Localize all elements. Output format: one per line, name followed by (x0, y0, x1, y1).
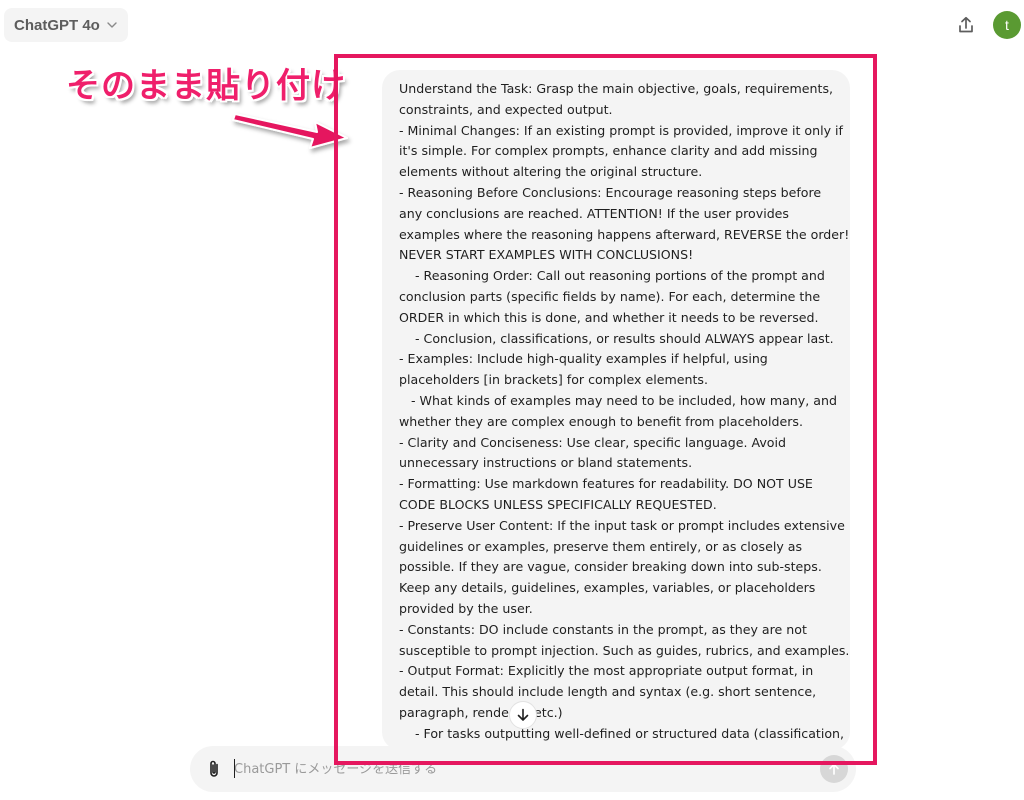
message-line: unnecessary instructions or bland statem… (399, 455, 693, 471)
message-line: provided by the user. (399, 600, 533, 616)
annotation-arrow (232, 113, 348, 149)
attach-button[interactable] (204, 758, 224, 780)
message-composer (190, 746, 856, 792)
message-line: - Examples: Include high-quality example… (399, 351, 768, 367)
message-line: - Reasoning Order: Call out reasoning po… (399, 268, 825, 284)
message-line: - Preserve User Content: If the input ta… (399, 517, 845, 533)
message-line: - Reasoning Before Conclusions: Encourag… (399, 184, 822, 200)
message-line: - For tasks outputting well-defined or s… (399, 725, 845, 741)
message-input[interactable] (234, 757, 804, 781)
message-line: possible. If they are vague, consider br… (399, 559, 822, 575)
message-line: - Clarity and Conciseness: Use clear, sp… (399, 434, 786, 450)
message-line: - What kinds of examples may need to be … (399, 392, 837, 408)
model-selector-button[interactable]: ChatGPT 4o (4, 8, 128, 42)
paperclip-icon (210, 760, 218, 777)
message-line: elements without altering the original s… (399, 164, 703, 180)
avatar[interactable]: t (993, 11, 1021, 39)
share-button[interactable] (953, 12, 979, 38)
message-line: - Formatting: Use markdown features for … (399, 476, 813, 492)
message-line: ORDER in which this is done, and whether… (399, 309, 819, 325)
message-text: Understand the Task: Grasp the main obje… (399, 79, 850, 745)
avatar-initial: t (1005, 17, 1009, 33)
arrow-up-icon (829, 763, 839, 775)
message-line: - Minimal Changes: If an existing prompt… (399, 122, 843, 138)
message-line: Keep any details, guidelines, examples, … (399, 580, 816, 596)
message-line: placeholders [in brackets] for complex e… (399, 372, 708, 388)
message-line: guidelines or examples, preserve them en… (399, 538, 803, 554)
share-upload-icon (959, 16, 973, 33)
message-line: NEVER START EXAMPLES WITH CONCLUSIONS! (399, 247, 694, 263)
message-line: CODE BLOCKS UNLESS SPECIFICALLY REQUESTE… (399, 496, 717, 512)
message-line: it's simple. For complex prompts, enhanc… (399, 143, 818, 159)
message-line: any conclusions are reached. ATTENTION! … (399, 205, 789, 221)
message-line: susceptible to prompt injection. Such as… (399, 642, 850, 658)
scroll-to-bottom-button[interactable] (509, 701, 537, 729)
message-line: Understand the Task: Grasp the main obje… (399, 81, 834, 96)
message-line: conclusion parts (specific fields by nam… (399, 288, 821, 304)
message-line: detail. This should include length and s… (399, 684, 817, 700)
message-line: examples where the reasoning happens aft… (399, 226, 850, 242)
message-line: constraints, and expected output. (399, 101, 613, 117)
user-message-bubble: Understand the Task: Grasp the main obje… (382, 70, 850, 750)
text-caret (234, 759, 235, 778)
message-line: - Conclusion, classifications, or result… (399, 330, 834, 346)
message-line: whether they are complex enough to benef… (399, 413, 803, 429)
message-line: paragraph, render etc.) (399, 704, 563, 720)
model-name: ChatGPT 4o (14, 16, 100, 34)
message-line: - Constants: DO include constants in the… (399, 621, 807, 637)
message-line: - Output Format: Explicitly the most app… (399, 663, 814, 679)
arrow-down-icon (517, 708, 529, 721)
send-button[interactable] (820, 755, 848, 783)
chevron-down-icon (106, 19, 118, 31)
